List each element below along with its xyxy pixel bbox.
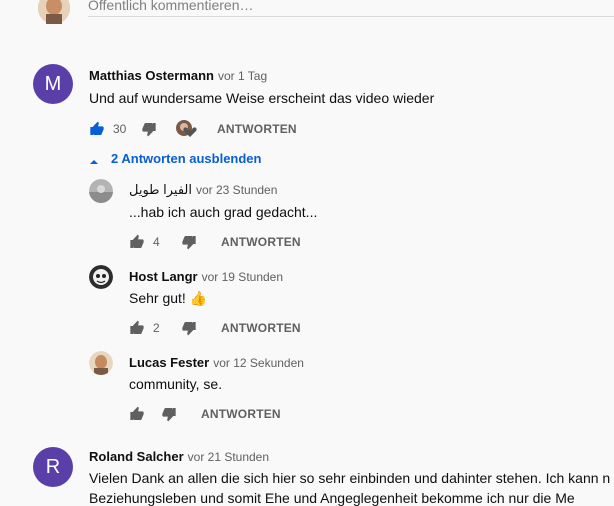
reply-header: Host Langr vor 19 Stunden [129,268,283,286]
avatar[interactable] [89,179,113,203]
user-avatar [38,0,70,24]
user-avatar-icon [38,0,70,24]
timestamp[interactable]: vor 21 Stunden [188,450,269,464]
reply-button[interactable]: ANTWORTEN [221,235,301,249]
thumb-down-icon[interactable] [181,320,197,336]
comment-input[interactable]: Öffentlich kommentieren… [88,0,253,13]
like-count: 30 [113,122,127,136]
hide-replies-toggle[interactable]: 2 Antworten ausblenden [89,151,261,166]
comment-header: Matthias Ostermann vor 1 Tag [89,67,267,85]
avatar[interactable] [89,351,113,375]
hide-replies-label: 2 Antworten ausblenden [111,151,262,166]
thumb-up-icon[interactable] [89,121,105,137]
reply-actions: 2 ANTWORTEN [129,318,301,338]
reply-button[interactable]: ANTWORTEN [201,407,281,421]
creator-heart-icon [175,119,197,139]
thumb-up-icon[interactable] [129,320,145,336]
author-name[interactable]: الفيرا طويل [129,182,192,197]
avatar-letter: M [44,72,62,95]
thumb-down-icon[interactable] [161,406,177,422]
avatar[interactable]: M [33,64,73,104]
reply-text: ...hab ich auch grad gedacht... [129,204,318,220]
timestamp[interactable]: vor 12 Sekunden [213,356,304,370]
reply-actions: ANTWORTEN [129,404,281,424]
reply-actions: 4 ANTWORTEN [129,232,301,252]
thumb-down-icon[interactable] [181,234,197,250]
timestamp[interactable]: vor 19 Stunden [202,270,283,284]
avatar-letter: R [45,455,61,478]
chevron-up-icon [89,154,99,164]
reply-button[interactable]: ANTWORTEN [221,321,301,335]
like-count: 2 [153,321,160,335]
thumb-up-icon[interactable] [129,406,145,422]
thumb-down-icon[interactable] [141,121,157,137]
author-name[interactable]: Lucas Fester [129,355,209,370]
comment-text: Vielen Dank an allen die sich hier so se… [89,470,611,486]
comment-actions: 30 ANTWORTEN [89,119,297,139]
thumb-up-icon[interactable] [129,234,145,250]
timestamp[interactable]: vor 23 Stunden [196,183,277,197]
reply-header: الفيرا طويل vor 23 Stunden [129,181,277,199]
reply-header: Lucas Fester vor 12 Sekunden [129,354,304,372]
comment-header: Roland Salcher vor 21 Stunden [89,448,269,466]
avatar[interactable]: R [33,447,73,487]
author-name[interactable]: Matthias Ostermann [89,68,214,83]
reply-button[interactable]: ANTWORTEN [217,122,297,136]
reply-text: community, se. [129,376,223,392]
comment-text: Und auf wundersame Weise erscheint das v… [89,90,435,106]
comment-text-line2: Beziehungsleben und somit Ehe und Angegl… [89,490,575,506]
input-underline [88,16,614,17]
timestamp[interactable]: vor 1 Tag [218,69,267,83]
author-name[interactable]: Roland Salcher [89,449,184,464]
reply-text: Sehr gut! 👍 [129,290,208,306]
avatar[interactable] [89,265,113,289]
like-count: 4 [153,235,160,249]
author-name[interactable]: Host Langr [129,269,198,284]
